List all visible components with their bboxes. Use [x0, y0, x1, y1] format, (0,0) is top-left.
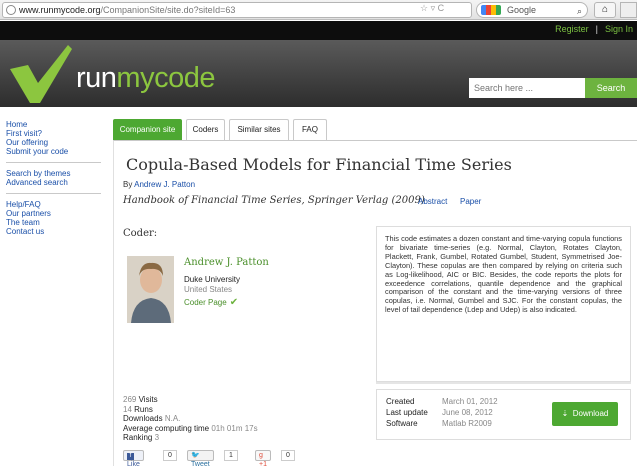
search-button[interactable]: Search [585, 78, 637, 98]
sidebar-item-submit-code[interactable]: Submit your code [6, 147, 101, 156]
sidebar-item-the-team[interactable]: The team [6, 218, 101, 227]
separator: | [595, 24, 598, 34]
by-label: By [123, 180, 133, 189]
coder-country: United States [184, 285, 233, 294]
sidebar-item-first-visit[interactable]: First visit? [6, 129, 101, 138]
coder-avatar [127, 256, 174, 323]
site-search-input[interactable] [469, 78, 585, 98]
facebook-icon: f [127, 453, 134, 460]
tab-faq[interactable]: FAQ [293, 119, 327, 140]
runs-stat: 14 Runs [123, 404, 153, 414]
checkmark-icon: ✔ [229, 297, 239, 308]
checkmark-logo-icon[interactable] [8, 43, 74, 105]
like-count: 0 [163, 450, 177, 461]
coder-university: Duke University [184, 275, 241, 284]
tab-companion-site[interactable]: Companion site [113, 119, 182, 140]
coder-page-link[interactable]: Coder Page ✔ [184, 297, 238, 308]
twitter-icon: 🐦 [191, 452, 200, 459]
url-domain: www.runmycode.org [19, 5, 101, 15]
computing-time-stat: Average computing time 01h 01m 17s [123, 423, 258, 433]
sidebar-item-help-faq[interactable]: Help/FAQ [6, 200, 101, 209]
journal-reference: Handbook of Financial Time Series, Sprin… [123, 195, 425, 206]
gplus-button[interactable]: g +1 [255, 450, 271, 468]
download-icon: ⇣ [561, 409, 569, 418]
tweet-button[interactable]: 🐦Tweet [187, 450, 214, 468]
tab-coders[interactable]: Coders [186, 119, 225, 140]
ranking-stat: Ranking 3 [123, 433, 160, 442]
paper-link[interactable]: Paper [460, 197, 481, 206]
tweet-count: 1 [224, 450, 238, 461]
facebook-like-button[interactable]: f Like [123, 450, 144, 468]
google-icon [481, 5, 501, 15]
download-button[interactable]: ⇣ Download [552, 402, 618, 426]
url-path: /CompanionSite/site.do?siteId=63 [100, 5, 236, 15]
sidebar-nav: Home First visit? Our offering Submit yo… [6, 120, 106, 248]
coder-photo-icon [127, 256, 174, 323]
search-engine-label: Google [507, 5, 537, 15]
byline: By Andrew J. Patton [123, 180, 195, 189]
software-row: Software Matlab R2009 [386, 419, 492, 428]
coder-heading: Coder: [123, 228, 158, 239]
created-row: Created March 01, 2012 [386, 397, 498, 406]
register-link[interactable]: Register [555, 24, 589, 34]
visits-stat: 269 Visits [123, 395, 158, 404]
gplus-count: 0 [281, 450, 295, 461]
coder-name[interactable]: Andrew J. Patton [184, 257, 269, 268]
page-title: Copula-Based Models for Financial Time S… [126, 155, 512, 174]
downloads-stat: Downloads N.A. [123, 414, 181, 423]
tab-similar-sites[interactable]: Similar sites [229, 119, 289, 140]
globe-icon [6, 5, 16, 15]
toolbar-button[interactable] [620, 2, 637, 18]
abstract-link[interactable]: Abstract [418, 197, 447, 206]
site-header: runmycode Search [0, 40, 637, 107]
sidebar-item-advanced-search[interactable]: Advanced search [6, 178, 101, 187]
code-description: This code estimates a dozen constant and… [376, 226, 631, 382]
author-link[interactable]: Andrew J. Patton [134, 180, 195, 189]
sidebar-item-home[interactable]: Home [6, 120, 101, 129]
sidebar-item-search-themes[interactable]: Search by themes [6, 169, 101, 178]
sign-in-link[interactable]: Sign In [605, 24, 633, 34]
search-icon[interactable]: ⌕ [577, 4, 582, 18]
site-stats: 269 Visits 14 Runs Downloads N.A. Averag… [123, 395, 258, 443]
divider [376, 382, 631, 384]
home-icon[interactable]: ⌂ [594, 2, 616, 18]
browser-toolbar: www.runmycode.org/CompanionSite/site.do?… [0, 0, 637, 20]
gplus-icon: g [259, 452, 263, 459]
url-bar[interactable]: www.runmycode.org/CompanionSite/site.do?… [2, 2, 472, 18]
account-bar: Register | Sign In [0, 21, 637, 40]
browser-search-box[interactable]: Google ⌕ [476, 2, 588, 18]
bookmark-star-icon[interactable]: ☆ ▿ C [420, 3, 444, 14]
sidebar-item-contact-us[interactable]: Contact us [6, 227, 101, 236]
sidebar-item-our-partners[interactable]: Our partners [6, 209, 101, 218]
code-metadata: Created March 01, 2012 Last update June 08… [376, 389, 631, 440]
last-update-row: Last update June 08, 2012 [386, 408, 493, 417]
sidebar-item-our-offering[interactable]: Our offering [6, 138, 101, 147]
site-logo[interactable]: runmycode [76, 62, 215, 95]
